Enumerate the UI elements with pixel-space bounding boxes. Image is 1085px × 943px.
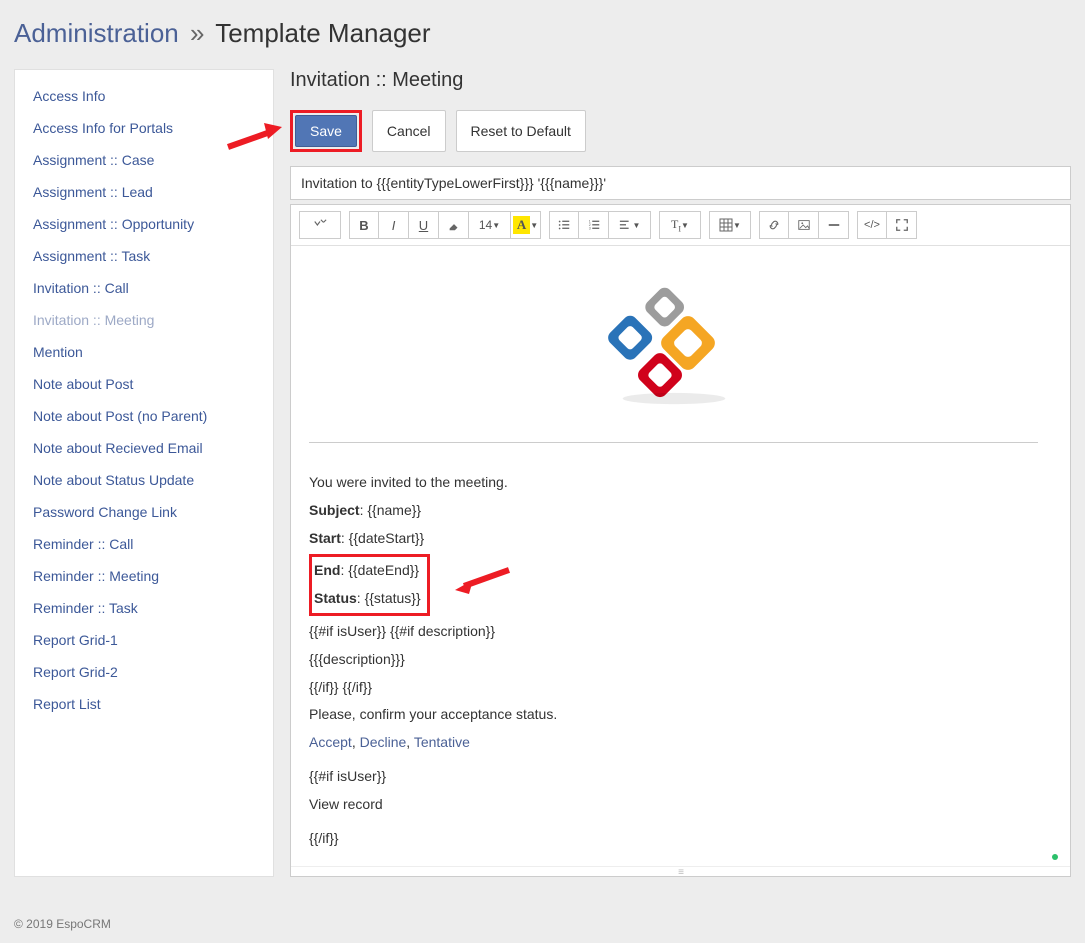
main-panel: Invitation :: Meeting Save Cancel Reset … — [290, 69, 1071, 877]
sidebar-item-12[interactable]: Note about Status Update — [15, 464, 273, 496]
bold-button[interactable]: B — [349, 211, 379, 239]
status-line: Status: {{status}} — [314, 587, 421, 611]
decline-link[interactable]: Decline — [360, 734, 407, 750]
cancel-button[interactable]: Cancel — [372, 110, 446, 152]
style-dropdown[interactable] — [299, 211, 341, 239]
save-button[interactable]: Save — [295, 115, 357, 147]
sidebar-item-8[interactable]: Mention — [15, 336, 273, 368]
sidebar-item-6[interactable]: Invitation :: Call — [15, 272, 273, 304]
end-status-highlight-annotation: End: {{dateEnd}} Status: {{status}} — [309, 554, 430, 616]
sidebar-item-3[interactable]: Assignment :: Lead — [15, 176, 273, 208]
sidebar-item-13[interactable]: Password Change Link — [15, 496, 273, 528]
description-line: {{{description}}} — [309, 648, 1038, 672]
subject-input[interactable] — [290, 166, 1071, 200]
horizontal-rule — [309, 442, 1038, 443]
reset-button[interactable]: Reset to Default — [456, 110, 586, 152]
sidebar-item-18[interactable]: Report Grid-2 — [15, 656, 273, 688]
sidebar-item-4[interactable]: Assignment :: Opportunity — [15, 208, 273, 240]
cond2-line: {{/if}} {{/if}} — [309, 676, 1038, 700]
sidebar-item-15[interactable]: Reminder :: Meeting — [15, 560, 273, 592]
logo-image — [309, 260, 1038, 434]
intro-line: You were invited to the meeting. — [309, 471, 1038, 495]
end-line: End: {{dateEnd}} — [314, 559, 421, 583]
copyright: © 2019 EspoCRM — [14, 917, 111, 931]
code-button[interactable]: </> — [857, 211, 887, 239]
view-record-line: View record — [309, 793, 1038, 817]
fullscreen-button[interactable] — [887, 211, 917, 239]
sidebar-item-14[interactable]: Reminder :: Call — [15, 528, 273, 560]
accept-links: Accept, Decline, Tentative — [309, 731, 1038, 755]
sidebar-item-17[interactable]: Report Grid-1 — [15, 624, 273, 656]
insert-text-dropdown[interactable]: TI ▼ — [659, 211, 701, 239]
cond4-line: {{/if}} — [309, 827, 1038, 851]
page-title: Template Manager — [215, 18, 430, 48]
sidebar-item-5[interactable]: Assignment :: Task — [15, 240, 273, 272]
italic-button[interactable]: I — [379, 211, 409, 239]
hr-button[interactable] — [819, 211, 849, 239]
status-indicator-dot — [1052, 854, 1058, 860]
subject-line: Subject: {{name}} — [309, 499, 1038, 523]
cond3-line: {{#if isUser}} — [309, 765, 1038, 789]
footer: © 2019 EspoCRM — [0, 877, 1085, 943]
sidebar-item-0[interactable]: Access Info — [15, 80, 273, 112]
eraser-button[interactable] — [439, 211, 469, 239]
breadcrumb-separator: » — [190, 18, 204, 48]
sidebar-item-10[interactable]: Note about Post (no Parent) — [15, 400, 273, 432]
resize-handle[interactable]: ≡ — [291, 866, 1070, 876]
editor-content[interactable]: You were invited to the meeting. Subject… — [291, 246, 1070, 866]
ol-button[interactable]: 123 — [579, 211, 609, 239]
save-highlight-annotation: Save — [290, 110, 362, 152]
admin-link[interactable]: Administration — [14, 18, 179, 48]
start-line: Start: {{dateStart}} — [309, 527, 1038, 551]
color-button[interactable]: A ▼ — [511, 211, 541, 239]
editor: B I U 14 ▼ A ▼ 123 — [290, 204, 1071, 877]
table-dropdown[interactable]: ▼ — [709, 211, 751, 239]
fontsize-dropdown[interactable]: 14 ▼ — [469, 211, 511, 239]
sidebar-item-19[interactable]: Report List — [15, 688, 273, 720]
template-title: Invitation :: Meeting — [290, 69, 1071, 92]
arrow-annotation-box — [449, 560, 515, 600]
align-dropdown[interactable]: ▼ — [609, 211, 651, 239]
sidebar-item-16[interactable]: Reminder :: Task — [15, 592, 273, 624]
sidebar: Access InfoAccess Info for PortalsAssign… — [14, 69, 274, 877]
sidebar-item-7[interactable]: Invitation :: Meeting — [15, 304, 273, 336]
underline-button[interactable]: U — [409, 211, 439, 239]
tentative-link[interactable]: Tentative — [414, 734, 470, 750]
sidebar-item-11[interactable]: Note about Recieved Email — [15, 432, 273, 464]
accept-link[interactable]: Accept — [309, 734, 352, 750]
image-button[interactable] — [789, 211, 819, 239]
editor-toolbar: B I U 14 ▼ A ▼ 123 — [291, 205, 1070, 246]
sidebar-item-1[interactable]: Access Info for Portals — [15, 112, 273, 144]
sidebar-item-9[interactable]: Note about Post — [15, 368, 273, 400]
link-button[interactable] — [759, 211, 789, 239]
confirm-line: Please, confirm your acceptance status. — [309, 703, 1038, 727]
action-buttons: Save Cancel Reset to Default — [290, 110, 1071, 152]
cond1-line: {{#if isUser}} {{#if description}} — [309, 620, 1038, 644]
sidebar-item-2[interactable]: Assignment :: Case — [15, 144, 273, 176]
svg-text:3: 3 — [588, 226, 590, 230]
page-header: Administration » Template Manager — [0, 0, 1085, 69]
ul-button[interactable] — [549, 211, 579, 239]
